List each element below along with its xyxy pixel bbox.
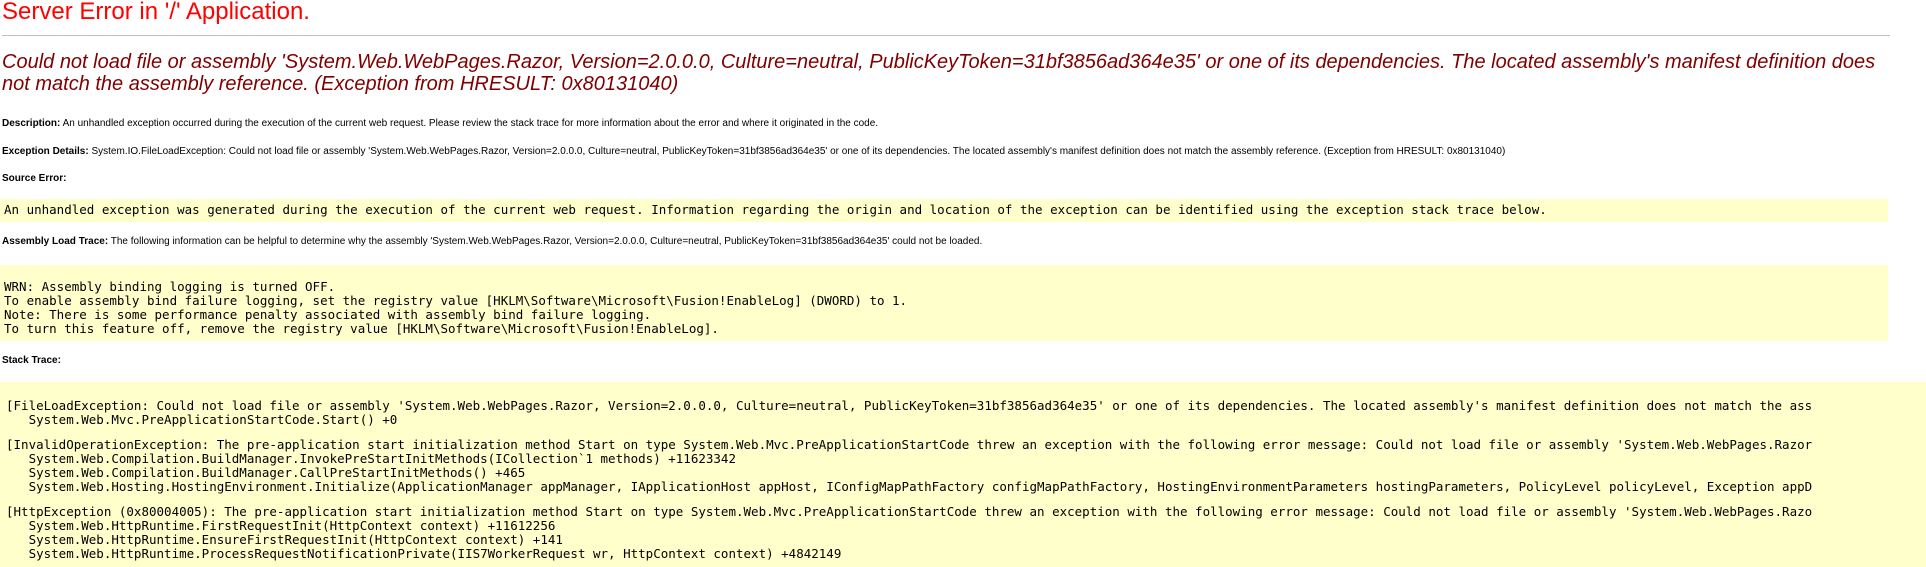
source-error-box: An unhandled exception was generated dur… [0,199,1888,222]
source-error-label: Source Error: [2,173,67,184]
page-title: Server Error in '/' Application. [2,0,310,25]
error-message: Could not load file or assembly 'System.… [2,51,1876,95]
source-error-section: Source Error: [2,173,66,184]
stack-trace-label: Stack Trace: [2,355,61,366]
stack-trace-box: [FileLoadException: Could not load file … [0,382,1926,567]
source-error-text: An unhandled exception was generated dur… [4,202,1547,217]
stack-trace-section: Stack Trace: [2,355,61,366]
assembly-load-trace-box: WRN: Assembly binding logging is turned … [0,265,1888,341]
assembly-load-trace-section: Assembly Load Trace: The following infor… [2,236,982,247]
assembly-load-trace-label: Assembly Load Trace: [2,236,109,247]
stack-frame-http-exception: [HttpException (0x80004005): The pre-app… [6,504,1813,561]
assembly-load-trace-text: The following information can be helpful… [110,236,983,247]
exception-details-label: Exception Details: [2,146,89,157]
assembly-load-trace-log: WRN: Assembly binding logging is turned … [4,279,908,336]
description-label: Description: [2,118,61,129]
exception-details-text: System.IO.FileLoadException: Could not l… [91,146,1506,157]
stack-frame-invalid-operation: [InvalidOperationException: The pre-appl… [6,437,1813,494]
divider [2,35,1890,36]
exception-details-section: Exception Details: System.IO.FileLoadExc… [2,146,1505,157]
description-section: Description: An unhandled exception occu… [2,118,878,129]
stack-frame-file-load: [FileLoadException: Could not load file … [6,398,1813,427]
description-text: An unhandled exception occurred during t… [62,118,879,129]
